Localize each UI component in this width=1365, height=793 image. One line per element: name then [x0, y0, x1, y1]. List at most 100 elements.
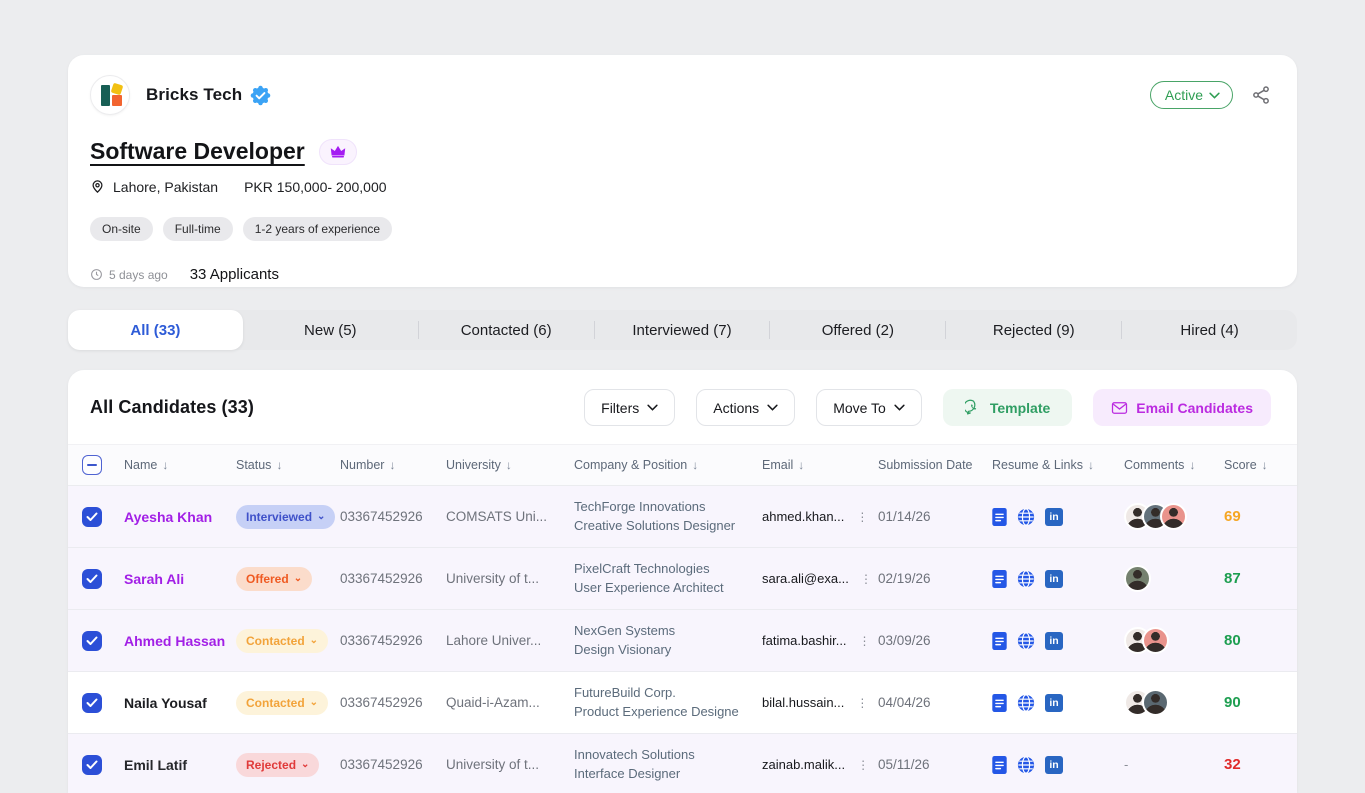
- share-button[interactable]: [1251, 85, 1271, 105]
- candidate-company-position: Innovatech SolutionsInterface Designer: [574, 746, 762, 782]
- chevron-down-icon: ⌄: [294, 573, 302, 584]
- candidate-row[interactable]: Naila Yousaf Contacted⌄ 03367452926 Quai…: [68, 672, 1297, 734]
- resume-file-icon[interactable]: [992, 508, 1007, 526]
- portfolio-globe-icon[interactable]: [1017, 632, 1035, 650]
- sort-arrow-icon[interactable]: ↓: [692, 458, 698, 472]
- candidate-score: 69: [1214, 508, 1297, 525]
- status-dropdown[interactable]: Contacted⌄: [236, 629, 328, 653]
- chevron-down-icon: [767, 404, 778, 411]
- candidate-name-link[interactable]: Naila Yousaf: [124, 695, 207, 711]
- candidate-name-link[interactable]: Ayesha Khan: [124, 509, 212, 525]
- candidate-number: 03367452926: [340, 695, 446, 710]
- sort-arrow-icon[interactable]: ↓: [1262, 458, 1268, 472]
- page: Bricks Tech Active: [0, 0, 1365, 793]
- candidate-score: 87: [1214, 570, 1297, 587]
- whatsapp-template-button[interactable]: Template: [943, 389, 1072, 426]
- candidate-email: bilal.hussain...: [762, 695, 844, 710]
- submission-date: 03/09/26: [878, 633, 984, 648]
- resume-file-icon[interactable]: [992, 632, 1007, 650]
- candidate-row[interactable]: Sarah Ali Offered⌄ 03367452926 Universit…: [68, 548, 1297, 610]
- sort-arrow-icon[interactable]: ↓: [506, 458, 512, 472]
- row-checkbox[interactable]: [82, 507, 102, 527]
- linkedin-icon[interactable]: in: [1045, 632, 1063, 650]
- sort-arrow-icon[interactable]: ↓: [1189, 458, 1195, 472]
- email-more-icon[interactable]: ⋮: [856, 510, 868, 524]
- comments-avatars[interactable]: [1114, 627, 1214, 654]
- filters-button[interactable]: Filters: [584, 389, 675, 426]
- sort-arrow-icon[interactable]: ↓: [162, 458, 168, 472]
- portfolio-globe-icon[interactable]: [1017, 756, 1035, 774]
- candidate-name-link[interactable]: Ahmed Hassan: [124, 633, 225, 649]
- row-checkbox[interactable]: [82, 693, 102, 713]
- candidates-card: All Candidates (33) Filters Actions Move…: [68, 370, 1297, 793]
- job-summary-card: Bricks Tech Active: [68, 55, 1297, 287]
- tab-hired[interactable]: Hired (4): [1122, 310, 1297, 350]
- posted-ago: 5 days ago: [109, 268, 168, 282]
- comments-avatars[interactable]: [1114, 565, 1214, 592]
- candidate-row[interactable]: Ahmed Hassan Contacted⌄ 03367452926 Laho…: [68, 610, 1297, 672]
- candidate-university: University of t...: [446, 571, 574, 586]
- email-more-icon[interactable]: ⋮: [856, 696, 868, 710]
- linkedin-icon[interactable]: in: [1045, 694, 1063, 712]
- tab-rejected[interactable]: Rejected (9): [946, 310, 1121, 350]
- candidate-name-link[interactable]: Emil Latif: [124, 757, 187, 773]
- candidates-toolbar: All Candidates (33) Filters Actions Move…: [68, 370, 1297, 444]
- resume-file-icon[interactable]: [992, 570, 1007, 588]
- chevron-down-icon: ⌄: [310, 635, 318, 646]
- email-more-icon[interactable]: ⋮: [860, 572, 872, 586]
- chevron-down-icon: [894, 404, 905, 411]
- portfolio-globe-icon[interactable]: [1017, 694, 1035, 712]
- verified-badge-icon: [250, 85, 271, 106]
- select-all-checkbox[interactable]: [82, 455, 102, 475]
- tab-interviewed[interactable]: Interviewed (7): [595, 310, 770, 350]
- email-more-icon[interactable]: ⋮: [857, 758, 869, 772]
- tab-contacted[interactable]: Contacted (6): [419, 310, 594, 350]
- candidate-number: 03367452926: [340, 509, 446, 524]
- comments-avatars[interactable]: [1114, 503, 1214, 530]
- candidate-score: 90: [1214, 694, 1297, 711]
- status-dropdown[interactable]: Offered⌄: [236, 567, 312, 591]
- candidate-number: 03367452926: [340, 757, 446, 772]
- job-status-dropdown[interactable]: Active: [1150, 81, 1233, 109]
- linkedin-icon[interactable]: in: [1045, 756, 1063, 774]
- actions-button[interactable]: Actions: [696, 389, 795, 426]
- status-dropdown[interactable]: Contacted⌄: [236, 691, 328, 715]
- job-salary: PKR 150,000- 200,000: [244, 179, 386, 195]
- status-dropdown[interactable]: Interviewed⌄: [236, 505, 335, 529]
- candidate-email: ahmed.khan...: [762, 509, 844, 524]
- tab-all[interactable]: All (33): [68, 310, 243, 350]
- row-checkbox[interactable]: [82, 755, 102, 775]
- resume-file-icon[interactable]: [992, 694, 1007, 712]
- header-company: Company & Position↓: [574, 458, 762, 472]
- portfolio-globe-icon[interactable]: [1017, 570, 1035, 588]
- comments-avatars[interactable]: [1114, 689, 1214, 716]
- candidate-score: 80: [1214, 632, 1297, 649]
- email-candidates-button[interactable]: Email Candidates: [1093, 389, 1271, 426]
- email-more-icon[interactable]: ⋮: [859, 634, 871, 648]
- tab-new[interactable]: New (5): [243, 310, 418, 350]
- job-title: Software Developer: [90, 138, 305, 165]
- location-pin-icon: [90, 178, 105, 195]
- resume-file-icon[interactable]: [992, 756, 1007, 774]
- linkedin-icon[interactable]: in: [1045, 508, 1063, 526]
- status-dropdown[interactable]: Rejected⌄: [236, 753, 319, 777]
- linkedin-icon[interactable]: in: [1045, 570, 1063, 588]
- candidate-number: 03367452926: [340, 633, 446, 648]
- sort-arrow-icon[interactable]: ↓: [1088, 458, 1094, 472]
- row-checkbox[interactable]: [82, 631, 102, 651]
- tab-offered[interactable]: Offered (2): [770, 310, 945, 350]
- candidate-row[interactable]: Emil Latif Rejected⌄ 03367452926 Univers…: [68, 734, 1297, 793]
- sort-arrow-icon[interactable]: ↓: [389, 458, 395, 472]
- sort-arrow-icon[interactable]: ↓: [798, 458, 804, 472]
- row-checkbox[interactable]: [82, 569, 102, 589]
- candidate-score: 32: [1214, 756, 1297, 773]
- sort-arrow-icon[interactable]: ↓: [276, 458, 282, 472]
- candidate-name-link[interactable]: Sarah Ali: [124, 571, 184, 587]
- portfolio-globe-icon[interactable]: [1017, 508, 1035, 526]
- move-to-button[interactable]: Move To: [816, 389, 922, 426]
- header-number: Number↓: [340, 458, 446, 472]
- candidate-row[interactable]: Ayesha Khan Interviewed⌄ 03367452926 COM…: [68, 486, 1297, 548]
- header-status: Status↓: [236, 458, 340, 472]
- email-candidates-label: Email Candidates: [1136, 400, 1253, 416]
- candidate-email: fatima.bashir...: [762, 633, 847, 648]
